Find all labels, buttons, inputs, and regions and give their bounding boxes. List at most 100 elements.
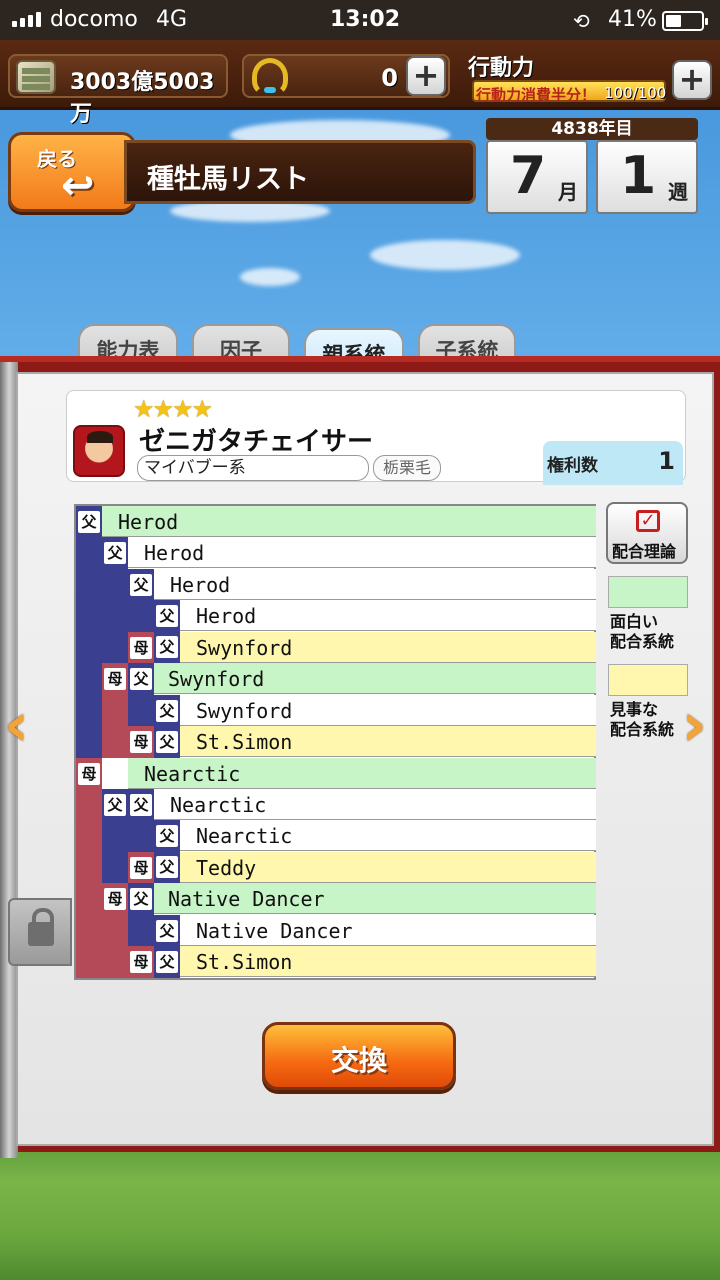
- lineage-tag: マイバブー系: [137, 455, 369, 481]
- dam-column: 母: [128, 726, 154, 758]
- dam-column: 母: [76, 758, 102, 978]
- pedigree-row[interactable]: Swynford: [180, 695, 596, 726]
- pedigree-row[interactable]: Swynford: [154, 663, 596, 694]
- sire-glyph: 父: [156, 920, 178, 942]
- sire-column: 父 父: [154, 820, 180, 883]
- dam-glyph: 母: [130, 731, 152, 753]
- pedigree-row[interactable]: Herod: [128, 537, 596, 568]
- dam-column: 母: [102, 883, 128, 978]
- pedigree-name: Herod: [144, 541, 205, 565]
- stamina-display: 行動力 行動力消費半分！ 100/100 +: [464, 46, 714, 106]
- sire-column: 父: [128, 663, 154, 726]
- title-bar: 種牡馬リスト: [124, 140, 476, 204]
- sire-column: 父: [128, 883, 154, 946]
- pedigree-row[interactable]: Herod: [154, 569, 596, 600]
- battery-percent: 41%: [608, 7, 657, 32]
- pedigree-name: St.Simon: [196, 950, 293, 974]
- dam-column: 母: [128, 946, 154, 978]
- sire-glyph: 父: [156, 825, 178, 847]
- pedigree-name: Teddy: [196, 856, 257, 880]
- pedigree-name: Herod: [118, 510, 179, 534]
- calendar-year: 4838年目: [486, 118, 698, 140]
- add-horseshoe-button[interactable]: +: [406, 56, 446, 96]
- pedigree-name: St.Simon: [196, 730, 293, 754]
- rotation-lock-icon: ⟲: [573, 9, 590, 33]
- star-rating: ★★★★: [133, 395, 213, 423]
- sire-column: 父 父: [154, 695, 180, 758]
- pedigree-row[interactable]: St.Simon: [180, 726, 596, 757]
- pedigree-row[interactable]: Teddy: [180, 852, 596, 883]
- sire-glyph: 父: [156, 951, 178, 973]
- mating-theory-button[interactable]: ✓ 配合理論: [606, 502, 688, 564]
- next-arrow-icon[interactable]: ›: [682, 690, 707, 760]
- calendar-week-unit: 週: [668, 180, 688, 204]
- sire-glyph: 父: [156, 636, 178, 658]
- sire-column: 父: [128, 789, 154, 852]
- dam-glyph: 母: [78, 763, 100, 785]
- legend-swatch-excellent: [608, 664, 688, 696]
- calendar-week: 1: [620, 146, 657, 206]
- battery-icon: [662, 11, 708, 31]
- calendar-month: 7: [510, 146, 547, 206]
- checkbox-icon: ✓: [636, 510, 660, 532]
- sire-glyph: 父: [156, 605, 178, 627]
- money-icon: [16, 60, 56, 94]
- pedigree-name: Swynford: [196, 699, 293, 723]
- pedigree-row[interactable]: Native Dancer: [180, 915, 596, 946]
- dam-column: 母: [128, 852, 154, 883]
- dam-glyph: 母: [104, 668, 126, 690]
- lock-icon: [28, 908, 54, 946]
- sire-column: 父 父: [154, 600, 180, 663]
- horseshoe-display: 0 +: [242, 54, 450, 98]
- pedigree-row[interactable]: Herod: [102, 506, 596, 537]
- pedigree-name: Swynford: [196, 636, 293, 660]
- resource-bar: 3003億5003万 0 + 行動力 行動力消費半分！ 100/100 +: [0, 40, 720, 127]
- network-label: 4G: [156, 7, 188, 32]
- sire-glyph: 父: [130, 794, 152, 816]
- status-bar: docomo 4G 13:02 ⟲ 41%: [0, 0, 720, 40]
- rights-box: 権利数 1: [543, 441, 683, 485]
- sire-glyph: 父: [130, 888, 152, 910]
- pedigree-name: Herod: [196, 604, 257, 628]
- exchange-button[interactable]: 交換: [262, 1022, 456, 1090]
- pedigree-row[interactable]: Nearctic: [128, 758, 596, 789]
- lock-button[interactable]: [8, 898, 72, 966]
- prev-arrow-icon[interactable]: ‹: [4, 690, 29, 760]
- cloud: [240, 268, 300, 286]
- calendar-month-card: 7 月: [486, 140, 588, 214]
- horseshoe-count: 0: [381, 64, 398, 92]
- pedigree-row[interactable]: Nearctic: [180, 820, 596, 851]
- rights-count: 1: [658, 447, 675, 475]
- sire-column: 父: [102, 537, 128, 663]
- sire-column: 父: [128, 569, 154, 632]
- sire-glyph: 父: [104, 794, 126, 816]
- money-amount: 3003億5003万: [70, 70, 215, 127]
- pedigree-row[interactable]: Native Dancer: [154, 883, 596, 914]
- pedigree-row[interactable]: Swynford: [180, 632, 596, 663]
- back-arrow-icon: ↩: [61, 163, 95, 209]
- sire-glyph: 父: [130, 574, 152, 596]
- dam-glyph: 母: [130, 637, 152, 659]
- pedigree-name: Nearctic: [170, 793, 267, 817]
- pedigree-row[interactable]: Nearctic: [154, 789, 596, 820]
- sire-glyph: 父: [130, 668, 152, 690]
- pedigree-name: Swynford: [168, 667, 265, 691]
- pedigree-row[interactable]: Herod: [180, 600, 596, 631]
- owner-avatar-icon: [73, 425, 125, 477]
- legend-excellent-label: 見事な 配合系統: [610, 700, 675, 739]
- pedigree-row[interactable]: St.Simon: [180, 946, 596, 977]
- pedigree-name: Native Dancer: [168, 887, 325, 911]
- pedigree-name: Native Dancer: [196, 919, 353, 943]
- sire-column: 父: [102, 789, 128, 883]
- add-stamina-button[interactable]: +: [672, 60, 712, 100]
- pedigree-name: Nearctic: [196, 824, 293, 848]
- back-button[interactable]: 戻る ↩: [8, 132, 136, 212]
- dam-column: 母: [128, 632, 154, 663]
- sire-glyph: 父: [156, 700, 178, 722]
- sire-column: 父 父: [154, 915, 180, 978]
- legend-interesting-label: 面白い 配合系統: [610, 612, 675, 651]
- rights-label: 権利数: [547, 456, 598, 476]
- dam-glyph: 母: [130, 857, 152, 879]
- dam-glyph: 母: [104, 888, 126, 910]
- coat-color-tag: 栃栗毛: [373, 455, 441, 481]
